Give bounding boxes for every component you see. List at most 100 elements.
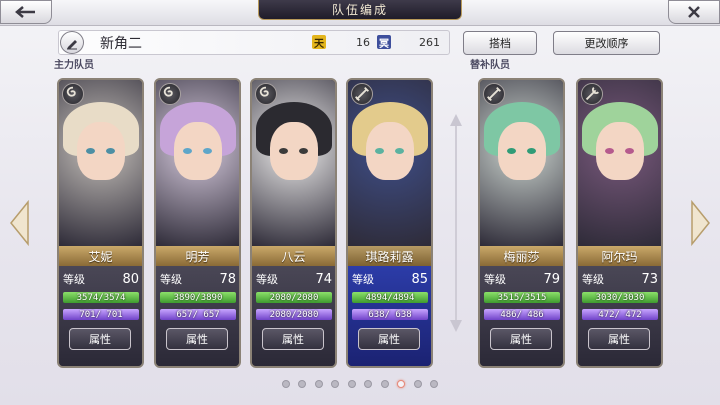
mp-bar: 2080/2080 xyxy=(256,309,332,320)
character-name: 明芳 xyxy=(156,246,239,266)
level-row: 等级 74 xyxy=(256,271,332,287)
character-card[interactable]: 八云 等级 74 2080/2080 2080/2080 属性 xyxy=(250,78,337,368)
mp-value: 701/ 701 xyxy=(79,309,123,320)
character-stats: 等级 79 3515/3515 486/ 486 属性 xyxy=(480,266,563,366)
page-dot[interactable] xyxy=(282,380,290,388)
attributes-button[interactable]: 属性 xyxy=(69,328,131,350)
substitute-members-label: 替补队员 xyxy=(470,60,510,71)
page-dot[interactable] xyxy=(331,380,340,388)
pagination xyxy=(282,378,438,390)
character-name: 阿尔玛 xyxy=(578,246,661,266)
level-label: 等级 xyxy=(256,273,278,286)
portrait-eye xyxy=(605,148,614,154)
portrait-eye xyxy=(106,148,115,154)
page-dot[interactable] xyxy=(364,380,373,388)
next-page-arrow-icon[interactable] xyxy=(690,200,712,246)
divider-arrow xyxy=(450,114,462,332)
character-stats: 等级 74 2080/2080 2080/2080 属性 xyxy=(252,266,335,366)
portrait-eye xyxy=(279,148,288,154)
character-card[interactable]: 明芳 等级 78 3890/3890 657/ 657 属性 xyxy=(154,78,241,368)
portrait-eye xyxy=(203,148,212,154)
underworld-attribute-value: 261 xyxy=(419,36,440,49)
back-arrow-icon xyxy=(15,6,35,18)
portrait-face xyxy=(77,122,125,180)
mp-value: 2080/2080 xyxy=(269,309,319,320)
title-plate: 队伍编成 xyxy=(258,0,462,20)
mp-bar: 657/ 657 xyxy=(160,309,236,320)
character-stats: 等级 78 3890/3890 657/ 657 属性 xyxy=(156,266,239,366)
portrait-eye xyxy=(183,148,192,154)
hp-bar: 3030/3030 xyxy=(582,292,658,303)
mp-value: 638/ 638 xyxy=(368,309,412,320)
team-name[interactable]: 新角二 xyxy=(100,33,142,53)
level-value: 79 xyxy=(543,271,560,287)
portrait-eye xyxy=(375,148,384,154)
character-card[interactable]: 梅丽莎 等级 79 3515/3515 486/ 486 属性 xyxy=(478,78,565,368)
hp-bar: 3574/3574 xyxy=(63,292,139,303)
page-dot[interactable] xyxy=(397,380,406,388)
hp-value: 3890/3890 xyxy=(173,292,223,303)
hp-value: 3515/3515 xyxy=(497,292,547,303)
reorder-button[interactable]: 更改顺序 xyxy=(553,31,660,55)
attributes-button[interactable]: 属性 xyxy=(166,328,228,350)
attributes-button[interactable]: 属性 xyxy=(358,328,420,350)
level-row: 等级 79 xyxy=(484,271,560,287)
mp-bar: 472/ 472 xyxy=(582,309,658,320)
page-dot[interactable] xyxy=(347,380,356,388)
level-row: 等级 78 xyxy=(160,271,236,287)
character-name: 梅丽莎 xyxy=(480,246,563,266)
edit-name-button[interactable] xyxy=(60,31,84,54)
level-label: 等级 xyxy=(352,273,374,286)
portrait-eye xyxy=(507,148,516,154)
level-row: 等级 73 xyxy=(582,271,658,287)
attributes-button[interactable]: 属性 xyxy=(490,328,552,350)
attributes-button[interactable]: 属性 xyxy=(588,328,650,350)
page-dot[interactable] xyxy=(413,380,422,388)
swirl-icon xyxy=(255,83,277,105)
portrait-face xyxy=(596,122,644,180)
level-value: 74 xyxy=(315,271,332,287)
hp-bar: 3890/3890 xyxy=(160,292,236,303)
hp-bar: 3515/3515 xyxy=(484,292,560,303)
portrait-face xyxy=(366,122,414,180)
portrait-eye xyxy=(527,148,536,154)
heaven-attribute-icon: 天 xyxy=(312,35,326,50)
page-title: 队伍编成 xyxy=(331,3,388,17)
character-name: 八云 xyxy=(252,246,335,266)
portrait-eye xyxy=(299,148,308,154)
attributes-button[interactable]: 属性 xyxy=(262,328,324,350)
underworld-attribute-icon: 冥 xyxy=(377,35,391,50)
portrait-eye xyxy=(86,148,95,154)
staff-icon xyxy=(581,83,603,105)
close-button[interactable] xyxy=(668,0,720,24)
character-card[interactable]: 阿尔玛 等级 73 3030/3030 472/ 472 属性 xyxy=(576,78,663,368)
page-dot[interactable] xyxy=(298,380,307,388)
level-value: 78 xyxy=(219,271,236,287)
character-card[interactable]: 琪路莉露 等级 85 4894/4894 638/ 638 属性 xyxy=(346,78,433,368)
hp-value: 3030/3030 xyxy=(595,292,645,303)
level-row: 等级 80 xyxy=(63,271,139,287)
swirl-icon xyxy=(62,83,84,105)
page-dot[interactable] xyxy=(314,380,323,388)
sword-icon xyxy=(351,83,373,105)
pen-icon xyxy=(67,39,77,49)
sword-icon xyxy=(483,83,505,105)
hp-value: 4894/4894 xyxy=(365,292,415,303)
level-label: 等级 xyxy=(63,273,85,286)
level-label: 等级 xyxy=(484,273,506,286)
character-card[interactable]: 艾妮 等级 80 3574/3574 701/ 701 属性 xyxy=(57,78,144,368)
hp-bar: 4894/4894 xyxy=(352,292,428,303)
mp-bar: 486/ 486 xyxy=(484,309,560,320)
page-dot[interactable] xyxy=(380,380,389,388)
portrait-eye xyxy=(395,148,404,154)
close-x-icon xyxy=(688,6,700,18)
page-dot[interactable] xyxy=(429,380,438,388)
partner-button[interactable]: 搭档 xyxy=(463,31,537,55)
mp-bar: 701/ 701 xyxy=(63,309,139,320)
prev-page-arrow-icon[interactable] xyxy=(8,200,30,246)
swirl-icon xyxy=(159,83,181,105)
level-row: 等级 85 xyxy=(352,271,428,287)
character-name: 艾妮 xyxy=(59,246,142,266)
back-button[interactable] xyxy=(0,0,52,24)
portrait-face xyxy=(270,122,318,180)
